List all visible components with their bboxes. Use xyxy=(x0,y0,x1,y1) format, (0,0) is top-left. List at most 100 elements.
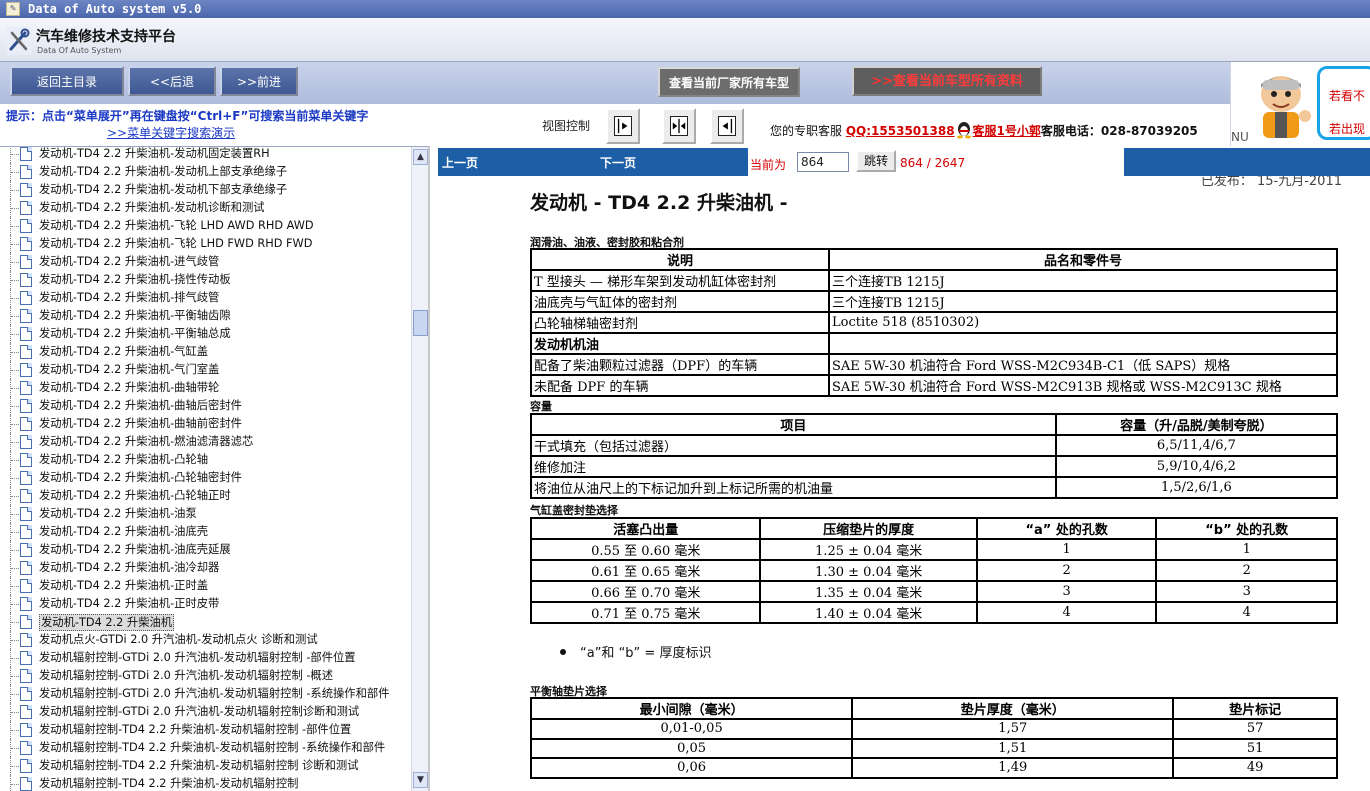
table-header-cell: 说明 xyxy=(529,248,831,271)
forward-button[interactable]: >>前进 xyxy=(220,66,298,96)
scroll-down-arrow-icon[interactable]: ▼ xyxy=(413,772,428,788)
document-icon xyxy=(20,669,32,683)
service-agent-link[interactable]: 客服1号小郭 xyxy=(973,124,1041,138)
home-button[interactable]: 返回主目录 xyxy=(10,66,124,96)
table-cell: 3 xyxy=(975,580,1158,603)
qq-penguin-icon[interactable] xyxy=(955,121,973,139)
tree-item-label: 发动机-TD4 2.2 升柴油机-排气歧管 xyxy=(39,291,220,304)
view-expand-left-button[interactable] xyxy=(606,108,640,144)
tree-item[interactable]: 发动机-TD4 2.2 升柴油机-燃油滤清器滤芯 xyxy=(0,433,412,451)
tree-item[interactable]: 发动机-TD4 2.2 升柴油机-发动机下部支承绝缘子 xyxy=(0,181,412,199)
tree-item[interactable]: 发动机辐射控制-GTDi 2.0 升汽油机-发动机辐射控制 -部件位置 xyxy=(0,649,412,667)
table-cell: 1 xyxy=(1155,538,1338,561)
document-icon xyxy=(20,597,32,611)
qq-link[interactable]: QQ:1553501388 xyxy=(846,124,955,138)
tree-item[interactable]: 发动机辐射控制-GTDi 2.0 升汽油机-发动机辐射控制诊断和测试 xyxy=(0,703,412,721)
table-cell xyxy=(828,332,1338,355)
back-button[interactable]: <<后退 xyxy=(128,66,216,96)
tree-item-label: 发动机-TD4 2.2 升柴油机-曲轴前密封件 xyxy=(39,417,242,430)
tree-item[interactable]: 发动机点火-GTDi 2.0 升汽油机-发动机点火 诊断和测试 xyxy=(0,631,412,649)
split-view-icon xyxy=(670,116,688,136)
tree-item-label: 发动机-TD4 2.2 升柴油机-发动机固定装置RH xyxy=(39,147,270,160)
tree-scrollbar[interactable]: ▲ ▼ xyxy=(411,147,428,791)
document-icon xyxy=(20,633,32,647)
scroll-thumb[interactable] xyxy=(413,310,428,336)
tree-item[interactable]: 发动机-TD4 2.2 升柴油机-正时皮带 xyxy=(0,595,412,613)
tree-line xyxy=(11,262,19,263)
tree-line xyxy=(11,766,19,767)
tree-item[interactable]: 发动机-TD4 2.2 升柴油机-油底壳 xyxy=(0,523,412,541)
next-page-link[interactable]: 下一页 xyxy=(600,154,636,171)
ad-line-1: 若看不 xyxy=(1329,89,1366,103)
document-icon xyxy=(20,759,32,773)
table-cell: 将油位从油尺上的下标记加升到上标记所需的机油量 xyxy=(530,476,1057,499)
tree-item[interactable]: 发动机-TD4 2.2 升柴油机-进气歧管 xyxy=(0,253,412,271)
tree-item[interactable]: 发动机-TD4 2.2 升柴油机-飞轮 LHD AWD RHD AWD xyxy=(0,217,412,235)
tree-line xyxy=(11,730,19,731)
document-icon xyxy=(20,489,32,503)
tree-item-label: 发动机辐射控制-GTDi 2.0 升汽油机-发动机辐射控制 -系统操作和部件 xyxy=(39,687,390,700)
table-cell: 4 xyxy=(1155,601,1338,624)
tree-item[interactable]: 发动机辐射控制-GTDi 2.0 升汽油机-发动机辐射控制 -系统操作和部件 xyxy=(0,685,412,703)
tree-item[interactable]: 发动机-TD4 2.2 升柴油机-发动机上部支承绝缘子 xyxy=(0,163,412,181)
current-page-label: 当前为 xyxy=(750,158,787,172)
tree-item[interactable]: 发动机-TD4 2.2 升柴油机-挠性传动板 xyxy=(0,271,412,289)
tree-item[interactable]: 发动机-TD4 2.2 升柴油机-正时盖 xyxy=(0,577,412,595)
table-cell: SAE 5W-30 机油符合 Ford WSS-M2C934B-C1（低 SAP… xyxy=(828,353,1338,376)
tree-item[interactable]: 发动机-TD4 2.2 升柴油机-平衡轴总成 xyxy=(0,325,412,343)
tree-item[interactable]: 发动机-TD4 2.2 升柴油机-发动机固定装置RH xyxy=(0,147,412,163)
tree-item[interactable]: 发动机-TD4 2.2 升柴油机-气缸盖 xyxy=(0,343,412,361)
table-cell: 1.40 ± 0.04 毫米 xyxy=(759,601,978,624)
document-icon xyxy=(20,651,32,665)
tree-item[interactable]: 发动机-TD4 2.2 升柴油机-曲轴带轮 xyxy=(0,379,412,397)
tree-item[interactable]: 发动机-TD4 2.2 升柴油机-飞轮 LHD FWD RHD FWD xyxy=(0,235,412,253)
prev-page-link[interactable]: 上一页 xyxy=(442,154,478,171)
table-cell: T 型接头 — 梯形车架到发动机缸体密封剂 xyxy=(529,269,831,292)
tree-item-label: 发动机-TD4 2.2 升柴油机-平衡轴总成 xyxy=(39,327,231,340)
tree-item[interactable]: 发动机辐射控制-GTDi 2.0 升汽油机-发动机辐射控制 -概述 xyxy=(0,667,412,685)
tree-line xyxy=(11,694,19,695)
tree-item[interactable]: 发动机-TD4 2.2 升柴油机-凸轮轴正时 xyxy=(0,487,412,505)
jump-button[interactable]: 跳转 xyxy=(856,150,896,172)
page-count: 864 / 2647 xyxy=(900,156,966,170)
phone-label: 客服电话： xyxy=(1040,124,1101,138)
table-cell: 5,9/10,4/6,2 xyxy=(1054,455,1339,478)
view-split-button[interactable] xyxy=(662,108,696,144)
app-header: 汽车维修技术支持平台 Data Of Auto System xyxy=(0,18,1370,62)
tree-item[interactable]: 发动机-TD4 2.2 升柴油机-凸轮轴 xyxy=(0,451,412,469)
tree-item[interactable]: 发动机-TD4 2.2 升柴油机-平衡轴齿隙 xyxy=(0,307,412,325)
table-cell: 1 xyxy=(975,538,1158,561)
tree-item-label: 发动机-TD4 2.2 升柴油机-油泵 xyxy=(39,507,197,520)
tree-item-label: 发动机-TD4 2.2 升柴油机-正时皮带 xyxy=(39,597,220,610)
thickness-note: “a”和 “b” = 厚度标识 xyxy=(560,642,711,661)
tree-item[interactable]: 发动机-TD4 2.2 升柴油机-凸轮轴密封件 xyxy=(0,469,412,487)
tree-item[interactable]: 发动机-TD4 2.2 升柴油机-油底壳延展 xyxy=(0,541,412,559)
tree-item[interactable]: 发动机-TD4 2.2 升柴油机-排气歧管 xyxy=(0,289,412,307)
tree-item[interactable]: 发动机-TD4 2.2 升柴油机-油冷却器 xyxy=(0,559,412,577)
tree-line xyxy=(11,442,19,443)
mascot-ad[interactable]: NU 若看不 若出现 xyxy=(1230,62,1370,146)
view-expand-right-button[interactable] xyxy=(710,108,744,144)
tree-item[interactable]: 发动机-TD4 2.2 升柴油机 xyxy=(0,613,412,631)
section-head-gasket: 气缸盖密封垫选择 xyxy=(530,504,618,517)
tree-item[interactable]: 发动机-TD4 2.2 升柴油机-发动机诊断和测试 xyxy=(0,199,412,217)
view-makers-button[interactable]: 查看当前厂家所有车型 xyxy=(658,67,800,97)
scroll-up-arrow-icon[interactable]: ▲ xyxy=(413,149,428,165)
tree-item-label: 发动机-TD4 2.2 升柴油机-挠性传动板 xyxy=(39,273,231,286)
tree-item[interactable]: 发动机辐射控制-TD4 2.2 升柴油机-发动机辐射控制 诊断和测试 xyxy=(0,757,412,775)
tree-item[interactable]: 发动机-TD4 2.2 升柴油机-曲轴前密封件 xyxy=(0,415,412,433)
current-page-input[interactable]: 864 xyxy=(797,152,849,172)
tree-item[interactable]: 发动机辐射控制-TD4 2.2 升柴油机-发动机辐射控制 -部件位置 xyxy=(0,721,412,739)
tree-item[interactable]: 发动机辐射控制-TD4 2.2 升柴油机-发动机辐射控制 xyxy=(0,775,412,791)
table-cell: 三个连接TB 1215J xyxy=(828,290,1338,313)
tree-item[interactable]: 发动机-TD4 2.2 升柴油机-油泵 xyxy=(0,505,412,523)
tree-line xyxy=(11,208,19,209)
search-demo-link[interactable]: >>菜单关键字搜索演示 xyxy=(107,124,235,141)
tree-item[interactable]: 发动机-TD4 2.2 升柴油机-曲轴后密封件 xyxy=(0,397,412,415)
view-all-docs-button[interactable]: >>查看当前车型所有资料 xyxy=(852,66,1042,96)
document-icon xyxy=(20,777,32,791)
service-prefix: 您的专职客服 xyxy=(770,124,843,138)
tree-item[interactable]: 发动机辐射控制-TD4 2.2 升柴油机-发动机辐射控制 -系统操作和部件 xyxy=(0,739,412,757)
tree-item-label: 发动机-TD4 2.2 升柴油机-发动机诊断和测试 xyxy=(39,201,265,214)
tree-item[interactable]: 发动机-TD4 2.2 升柴油机-气门室盖 xyxy=(0,361,412,379)
